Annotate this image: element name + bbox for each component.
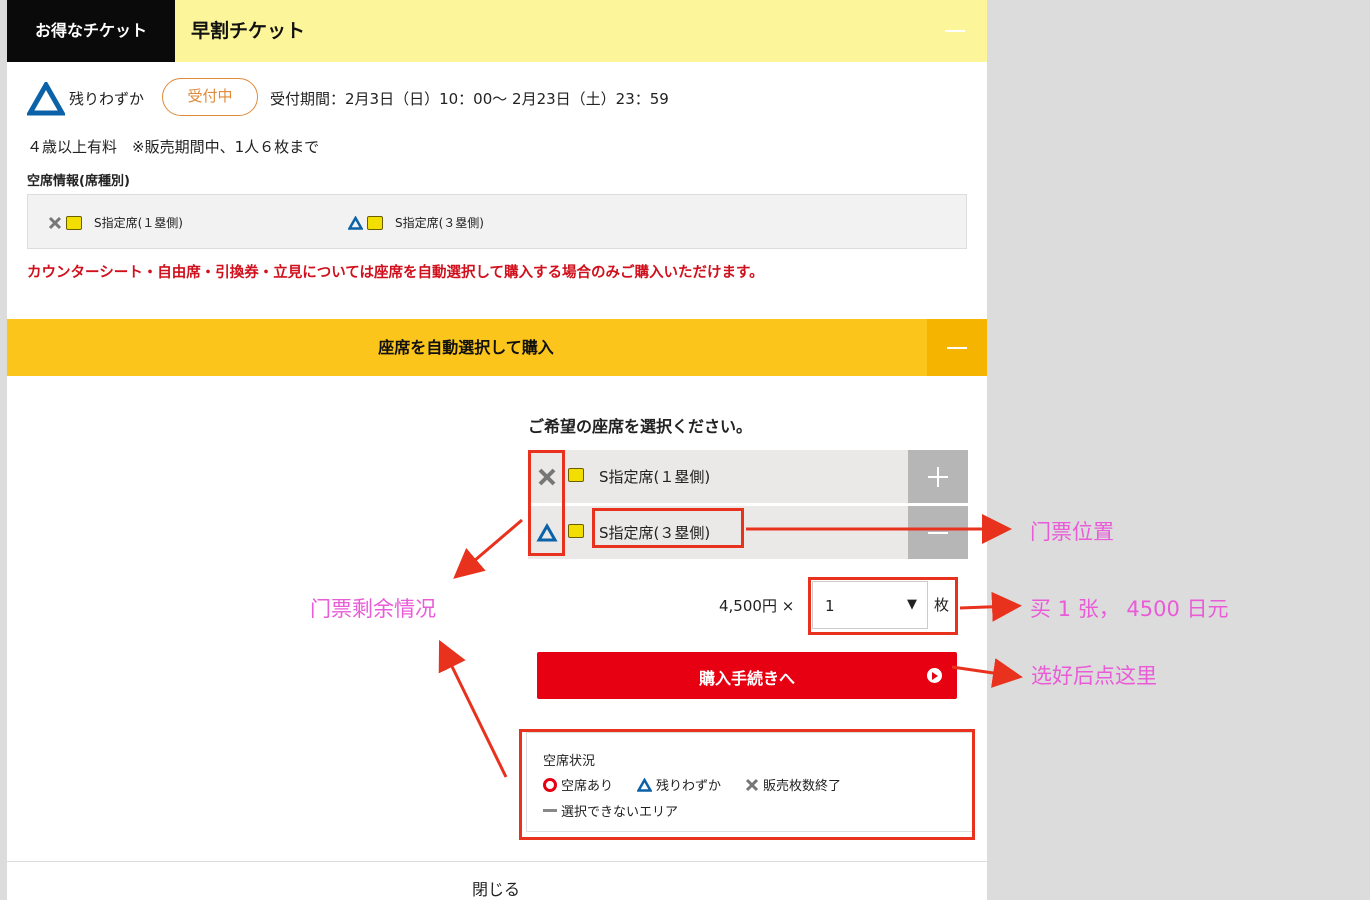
annotation-box-seat <box>592 508 744 548</box>
seat-info-item: S指定席(３塁側) <box>348 214 484 231</box>
ticket-notes: ４歳以上有料 ※販売期間中、1人６枚まで <box>27 138 320 156</box>
annotation-ticket-position: 门票位置 <box>1030 520 1114 544</box>
seat-info-title: 空席情報(席種別) <box>27 174 130 189</box>
warning-text: カウンターシート・自由席・引換券・立見については座席を自動選択して購入する場合の… <box>27 265 764 281</box>
seat-option-label: S指定席(１塁側) <box>599 468 711 486</box>
annotation-remaining: 门票剩余情况 <box>310 597 436 621</box>
seat-info-box: S指定席(１塁側) S指定席(３塁側) <box>27 194 967 249</box>
close-label: 閉じる <box>471 880 520 899</box>
annotation-quantity: 买 1 张， 4500 日元 <box>1030 597 1229 621</box>
seat-info-label: S指定席(３塁側) <box>395 216 484 230</box>
close-button[interactable]: 閉じる <box>7 861 987 900</box>
annotation-box-quantity <box>808 577 958 635</box>
header-tab: お得なチケット <box>7 0 175 62</box>
status-badge: 受付中 <box>162 78 258 116</box>
auto-select-title: 座席を自動選択して購入 <box>378 338 554 357</box>
auto-select-toggle[interactable] <box>927 319 987 376</box>
seat-color-icon <box>367 215 383 230</box>
seat-info-item: S指定席(１塁側) <box>48 214 183 231</box>
seat-color-icon <box>568 524 584 538</box>
collapse-button[interactable] <box>908 506 968 559</box>
annotation-box-status <box>528 450 565 556</box>
seat-prompt: ご希望の座席を選択ください。 <box>528 417 753 436</box>
seat-color-icon <box>568 468 584 482</box>
status-row: 残りわずか 受付中 受付期間：2月3日（日）10：00〜 2月23日（土）23：… <box>27 78 967 118</box>
expand-button[interactable] <box>908 450 968 503</box>
availability-text: 残りわずか <box>69 90 145 108</box>
triangle-icon <box>27 82 65 116</box>
seat-option-1[interactable]: S指定席(１塁側) <box>528 450 968 503</box>
triangle-icon <box>348 215 363 230</box>
arrow-circle-icon <box>927 668 942 683</box>
seat-info-label: S指定席(１塁側) <box>94 216 183 230</box>
purchase-button-label: 購入手続きへ <box>698 669 795 688</box>
seat-color-icon <box>66 215 82 230</box>
annotation-click-here: 选好后点这里 <box>1031 664 1157 688</box>
cross-icon <box>48 216 62 229</box>
ticket-name: 早割チケット <box>191 20 306 42</box>
minus-icon <box>928 532 948 534</box>
ticket-header[interactable]: お得なチケット 早割チケット <box>7 0 987 62</box>
collapse-icon[interactable] <box>945 30 965 32</box>
sales-period: 受付期間：2月3日（日）10：00〜 2月23日（土）23：59 <box>270 90 669 108</box>
auto-select-header[interactable]: 座席を自動選択して購入 <box>7 319 987 376</box>
purchase-button[interactable]: 購入手続きへ <box>537 652 957 699</box>
annotation-box-legend <box>519 729 975 840</box>
unit-price: 4,500円 × <box>719 597 795 615</box>
minus-icon <box>947 347 967 349</box>
